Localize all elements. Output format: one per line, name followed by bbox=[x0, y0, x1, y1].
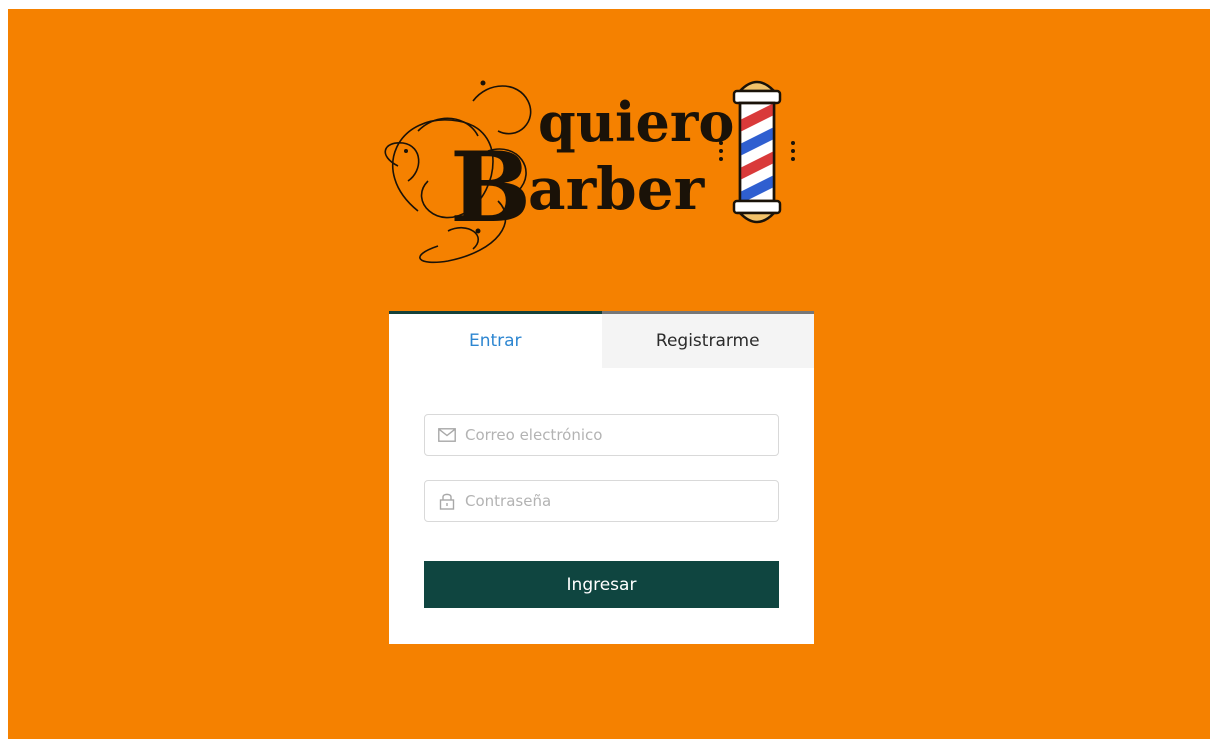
tab-registrarme-label: Registrarme bbox=[655, 331, 760, 351]
email-field[interactable] bbox=[424, 414, 779, 456]
tab-entrar[interactable]: Entrar bbox=[389, 311, 602, 368]
logo-initial-b: B bbox=[450, 131, 531, 244]
logo-word-quiero: quiero bbox=[538, 90, 734, 154]
quiero-barber-logo: quiero B arber bbox=[378, 71, 798, 269]
logo-artwork: quiero B arber bbox=[384, 80, 795, 264]
ingresar-button[interactable]: Ingresar bbox=[424, 561, 779, 608]
tab-entrar-label: Entrar bbox=[468, 331, 522, 351]
password-field[interactable] bbox=[424, 480, 779, 522]
logo-word-arber: arber bbox=[528, 155, 706, 223]
lock-icon bbox=[437, 491, 457, 511]
auth-tabs: Entrar Registrarme bbox=[389, 311, 814, 368]
email-input[interactable] bbox=[465, 417, 778, 453]
mail-icon bbox=[437, 425, 457, 445]
page-background: quiero B arber Entrar Registrarme Correo… bbox=[8, 9, 1210, 739]
tab-registrarme[interactable]: Registrarme bbox=[601, 311, 814, 368]
login-card: Entrar Registrarme Correo electrónico In… bbox=[389, 311, 814, 644]
password-input[interactable] bbox=[465, 483, 778, 519]
